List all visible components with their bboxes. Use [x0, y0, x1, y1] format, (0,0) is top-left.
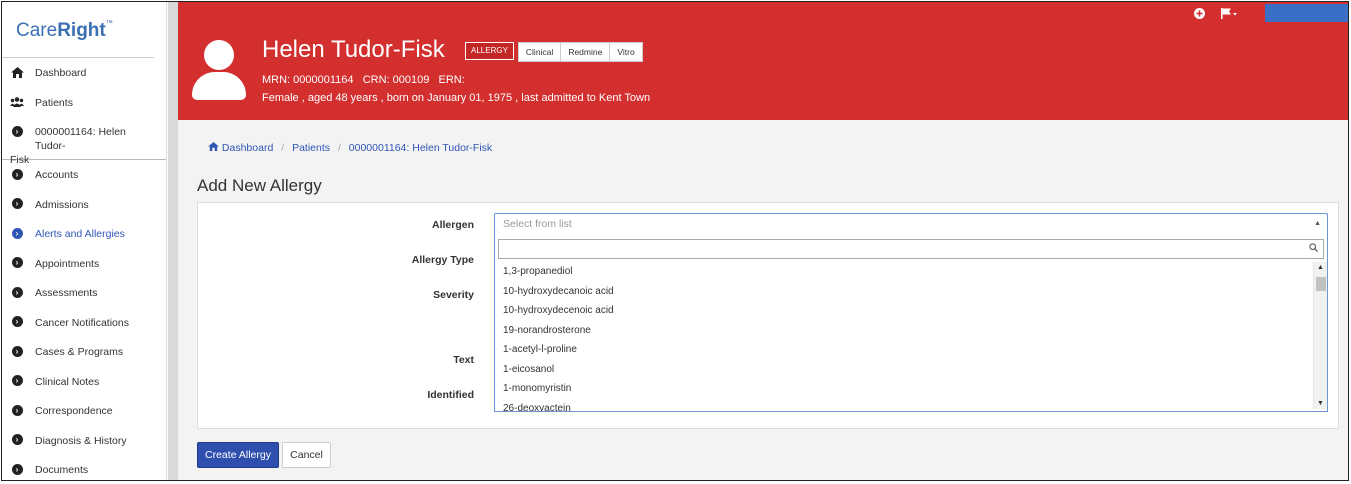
flag-icon[interactable] [1221, 8, 1237, 22]
cancel-button[interactable]: Cancel [282, 442, 331, 468]
sidebar: CareRight™ Dashboard Patients › 00000011… [2, 2, 167, 480]
chevron-circle-right-icon: › [10, 227, 24, 239]
allergen-option[interactable]: 10-hydroxydecenoic acid [495, 301, 1325, 321]
sidebar-item-label: Diagnosis & History [35, 434, 127, 447]
allergen-option[interactable]: 26-deoxyactein [495, 399, 1325, 412]
sidebar-item-label: Appointments [35, 257, 100, 270]
redmine-button[interactable]: Redmine [561, 43, 611, 61]
page-title: Add New Allergy [197, 176, 322, 195]
breadcrumb-home[interactable]: Dashboard [208, 142, 276, 154]
scroll-up-icon[interactable]: ▲ [1317, 264, 1324, 271]
caret-up-icon: ▲ [1314, 220, 1321, 227]
home-icon [208, 142, 219, 151]
users-icon [10, 96, 24, 108]
logo-box: CareRight™ [2, 2, 154, 58]
allergen-label: Allergen [431, 219, 474, 231]
avatar-icon [192, 40, 246, 100]
sidebar-item-cases-programs[interactable]: › Cases & Programs [2, 337, 166, 367]
clinical-button[interactable]: Clinical [519, 43, 562, 61]
chevron-circle-right-icon: › [10, 316, 24, 328]
home-icon [10, 66, 24, 78]
sidebar-item-assessments[interactable]: › Assessments [2, 278, 166, 308]
dropdown-scrollbar[interactable]: ▲ ▼ [1313, 262, 1327, 409]
allergen-option[interactable]: 1-eicosanol [495, 360, 1325, 380]
system-links: Clinical Redmine Vitro [517, 42, 643, 62]
identified-label: Identified [427, 389, 474, 401]
sidebar-item-label: Clinical Notes [35, 375, 100, 388]
chevron-circle-right-icon: › [10, 434, 24, 446]
allergen-option[interactable]: 1-acetyl-l-proline [495, 340, 1325, 360]
sidebar-item-label: Accounts [35, 169, 79, 181]
allergy-form: Allergen Allergy Type Severity Text Iden… [197, 202, 1339, 429]
scroll-down-icon[interactable]: ▼ [1317, 400, 1324, 407]
breadcrumb-current[interactable]: 0000001164: Helen Tudor-Fisk [349, 142, 492, 154]
sidebar-item-current-patient[interactable]: › 0000001164: Helen Tudor- Fisk [2, 117, 166, 166]
patient-header: Helen Tudor-Fisk ALLERGY Clinical Redmin… [178, 2, 1348, 120]
allergen-select[interactable]: Select from list ▲ [494, 213, 1328, 235]
logo[interactable]: CareRight™ [16, 20, 113, 41]
sidebar-item-label: Assessments [35, 287, 98, 299]
chevron-circle-right-icon: › [10, 168, 24, 180]
vitro-button[interactable]: Vitro [610, 43, 641, 61]
breadcrumb-patients[interactable]: Patients [292, 142, 330, 154]
top-icons [1194, 8, 1237, 22]
sidebar-item-label: Cancer Notifications [35, 316, 129, 329]
sidebar-item-label: 0000001164: Helen Tudor- [35, 126, 126, 152]
chevron-circle-right-icon: › [10, 404, 24, 416]
breadcrumb-separator: / [281, 142, 285, 154]
text-label: Text [453, 354, 474, 366]
patient-ids: MRN: 0000001164 CRN: 000109 ERN: [262, 74, 465, 86]
chevron-circle-right-icon: › [10, 125, 24, 137]
patient-name: Helen Tudor-Fisk [262, 36, 445, 63]
allergen-dropdown: 1,3-propanediol 10-hydroxydecanoic acid … [494, 234, 1328, 412]
sidebar-item-correspondence[interactable]: › Correspondence [2, 396, 166, 426]
sidebar-item-clinical-notes[interactable]: › Clinical Notes [2, 367, 166, 397]
sidebar-item-documents[interactable]: › Documents [2, 455, 166, 480]
allergen-option[interactable]: 10-hydroxydecanoic acid [495, 282, 1325, 302]
allergen-option[interactable]: 1,3-propanediol [495, 262, 1325, 282]
allergen-search-input[interactable] [498, 239, 1324, 259]
sidebar-item-patients[interactable]: Patients [2, 88, 166, 118]
sidebar-item-label: Patients [35, 96, 73, 109]
sidebar-item-label: Documents [35, 464, 89, 476]
scroll-thumb[interactable] [1316, 277, 1326, 291]
sidebar-item-label: Alerts and Allergies [35, 228, 125, 240]
severity-label: Severity [433, 289, 474, 301]
header-badges: ALLERGY Clinical Redmine Vitro [465, 42, 643, 62]
sidebar-item-cancer-notifications[interactable]: › Cancer Notifications [2, 308, 166, 338]
sidebar-item-label: Admissions [35, 198, 89, 211]
allergy-type-label: Allergy Type [411, 254, 474, 266]
allergen-placeholder: Select from list [503, 218, 572, 230]
search-icon [1309, 243, 1318, 255]
user-menu-button[interactable] [1265, 4, 1348, 22]
sidebar-item-alerts-and-allergies[interactable]: › Alerts and Allergies [2, 219, 166, 249]
allergen-option[interactable]: 1-monomyristin [495, 379, 1325, 399]
sidebar-item-appointments[interactable]: › Appointments [2, 249, 166, 279]
allergen-options: 1,3-propanediol 10-hydroxydecanoic acid … [495, 262, 1325, 411]
main-content: Dashboard / Patients / 0000001164: Helen… [178, 120, 1348, 480]
chevron-circle-right-icon: › [10, 286, 24, 298]
breadcrumb-home-label: Dashboard [221, 142, 274, 154]
chevron-circle-right-icon: › [10, 198, 24, 210]
chevron-circle-right-icon: › [10, 463, 24, 475]
chevron-circle-right-icon: › [10, 375, 24, 387]
breadcrumb: Dashboard / Patients / 0000001164: Helen… [208, 142, 492, 154]
app-window: CareRight™ Dashboard Patients › 00000011… [1, 1, 1349, 481]
sidebar-item-diagnosis-history[interactable]: › Diagnosis & History [2, 426, 166, 456]
create-allergy-button[interactable]: Create Allergy [197, 442, 279, 468]
allergy-badge[interactable]: ALLERGY [465, 42, 514, 60]
chevron-circle-right-icon: › [10, 345, 24, 357]
sidebar-item-label: Correspondence [35, 405, 113, 417]
sidebar-item-label: Cases & Programs [35, 346, 124, 358]
plus-circle-icon[interactable] [1194, 8, 1205, 22]
sidebar-item-dashboard[interactable]: Dashboard [2, 58, 166, 88]
sidebar-item-label: Dashboard [35, 67, 87, 79]
patient-demographics: Female , aged 48 years , born on January… [262, 92, 651, 104]
sidebar-item-admissions[interactable]: › Admissions [2, 190, 166, 220]
chevron-circle-right-icon: › [10, 257, 24, 269]
allergen-option[interactable]: 19-norandrosterone [495, 321, 1325, 341]
breadcrumb-separator: / [337, 142, 341, 154]
sidebar-scrollbar[interactable] [168, 2, 178, 480]
